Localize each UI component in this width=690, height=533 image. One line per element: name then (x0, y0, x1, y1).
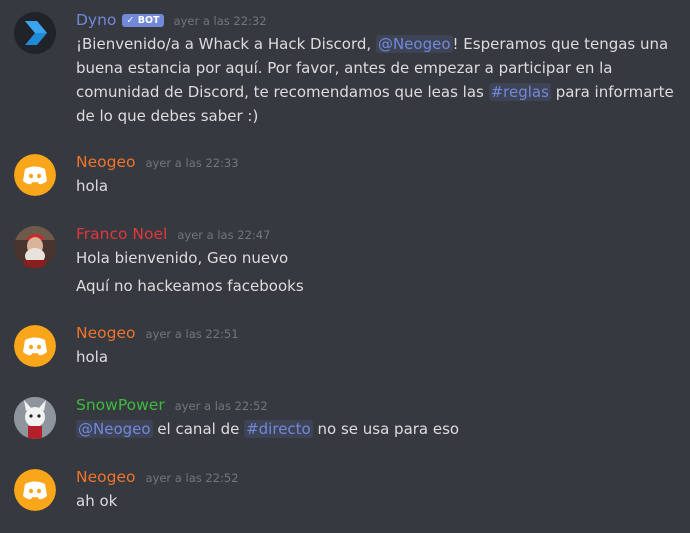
text-segment: no se usa para eso (312, 420, 460, 438)
timestamp: ayer a las 22:47 (177, 228, 271, 242)
timestamp: ayer a las 22:52 (174, 399, 268, 413)
discord-logo-icon (14, 325, 56, 367)
dyno-logo-icon (14, 12, 56, 54)
text-segment: ¡Bienvenido/a a Whack a Hack Discord, (76, 35, 376, 53)
check-icon: ✓ (126, 15, 135, 26)
discord-default-avatar[interactable] (14, 325, 56, 367)
username[interactable]: Neogeo (76, 324, 135, 342)
discord-logo-icon (14, 154, 56, 196)
username[interactable]: Franco Noel (76, 225, 167, 243)
message-text: @Neogeo el canal de #directo no se usa p… (76, 417, 678, 441)
discord-default-avatar[interactable] (14, 154, 56, 196)
dyno-avatar[interactable] (14, 12, 56, 54)
timestamp: ayer a las 22:51 (145, 327, 239, 341)
username[interactable]: Dyno (76, 11, 116, 29)
username[interactable]: Neogeo (76, 468, 135, 486)
user-photo-avatar[interactable] (14, 226, 56, 268)
message-list: Dyno ✓ BOT ayer a las 22:32 ¡Bienvenido/a … (0, 0, 690, 533)
timestamp: ayer a las 22:52 (145, 471, 239, 485)
discord-default-avatar[interactable] (14, 469, 56, 511)
santa-photo-icon (14, 226, 56, 268)
message-text: Hola bienvenido, Geo nuevo (76, 249, 289, 267)
bot-tag: ✓ BOT (122, 14, 164, 27)
text-segment: el canal de (152, 420, 245, 438)
username[interactable]: SnowPower (76, 396, 165, 414)
channel-mention[interactable]: #reglas (488, 83, 551, 101)
timestamp: ayer a las 22:32 (173, 14, 267, 28)
message-text: hola (76, 177, 109, 195)
discord-logo-icon (14, 469, 56, 511)
username[interactable]: Neogeo (76, 153, 135, 171)
message-text: ¡Bienvenido/a a Whack a Hack Discord, @N… (76, 32, 678, 128)
message-text: ah ok (76, 492, 118, 510)
user-mention[interactable]: @Neogeo (375, 35, 453, 53)
message-text: Aquí no hackeamos facebooks (76, 277, 304, 295)
user-mention[interactable]: @Neogeo (76, 420, 153, 438)
user-photo-avatar[interactable] (14, 397, 56, 439)
channel-mention[interactable]: #directo (244, 420, 313, 438)
message-text: hola (76, 348, 109, 366)
timestamp: ayer a las 22:33 (145, 156, 239, 170)
character-photo-icon (14, 397, 56, 439)
